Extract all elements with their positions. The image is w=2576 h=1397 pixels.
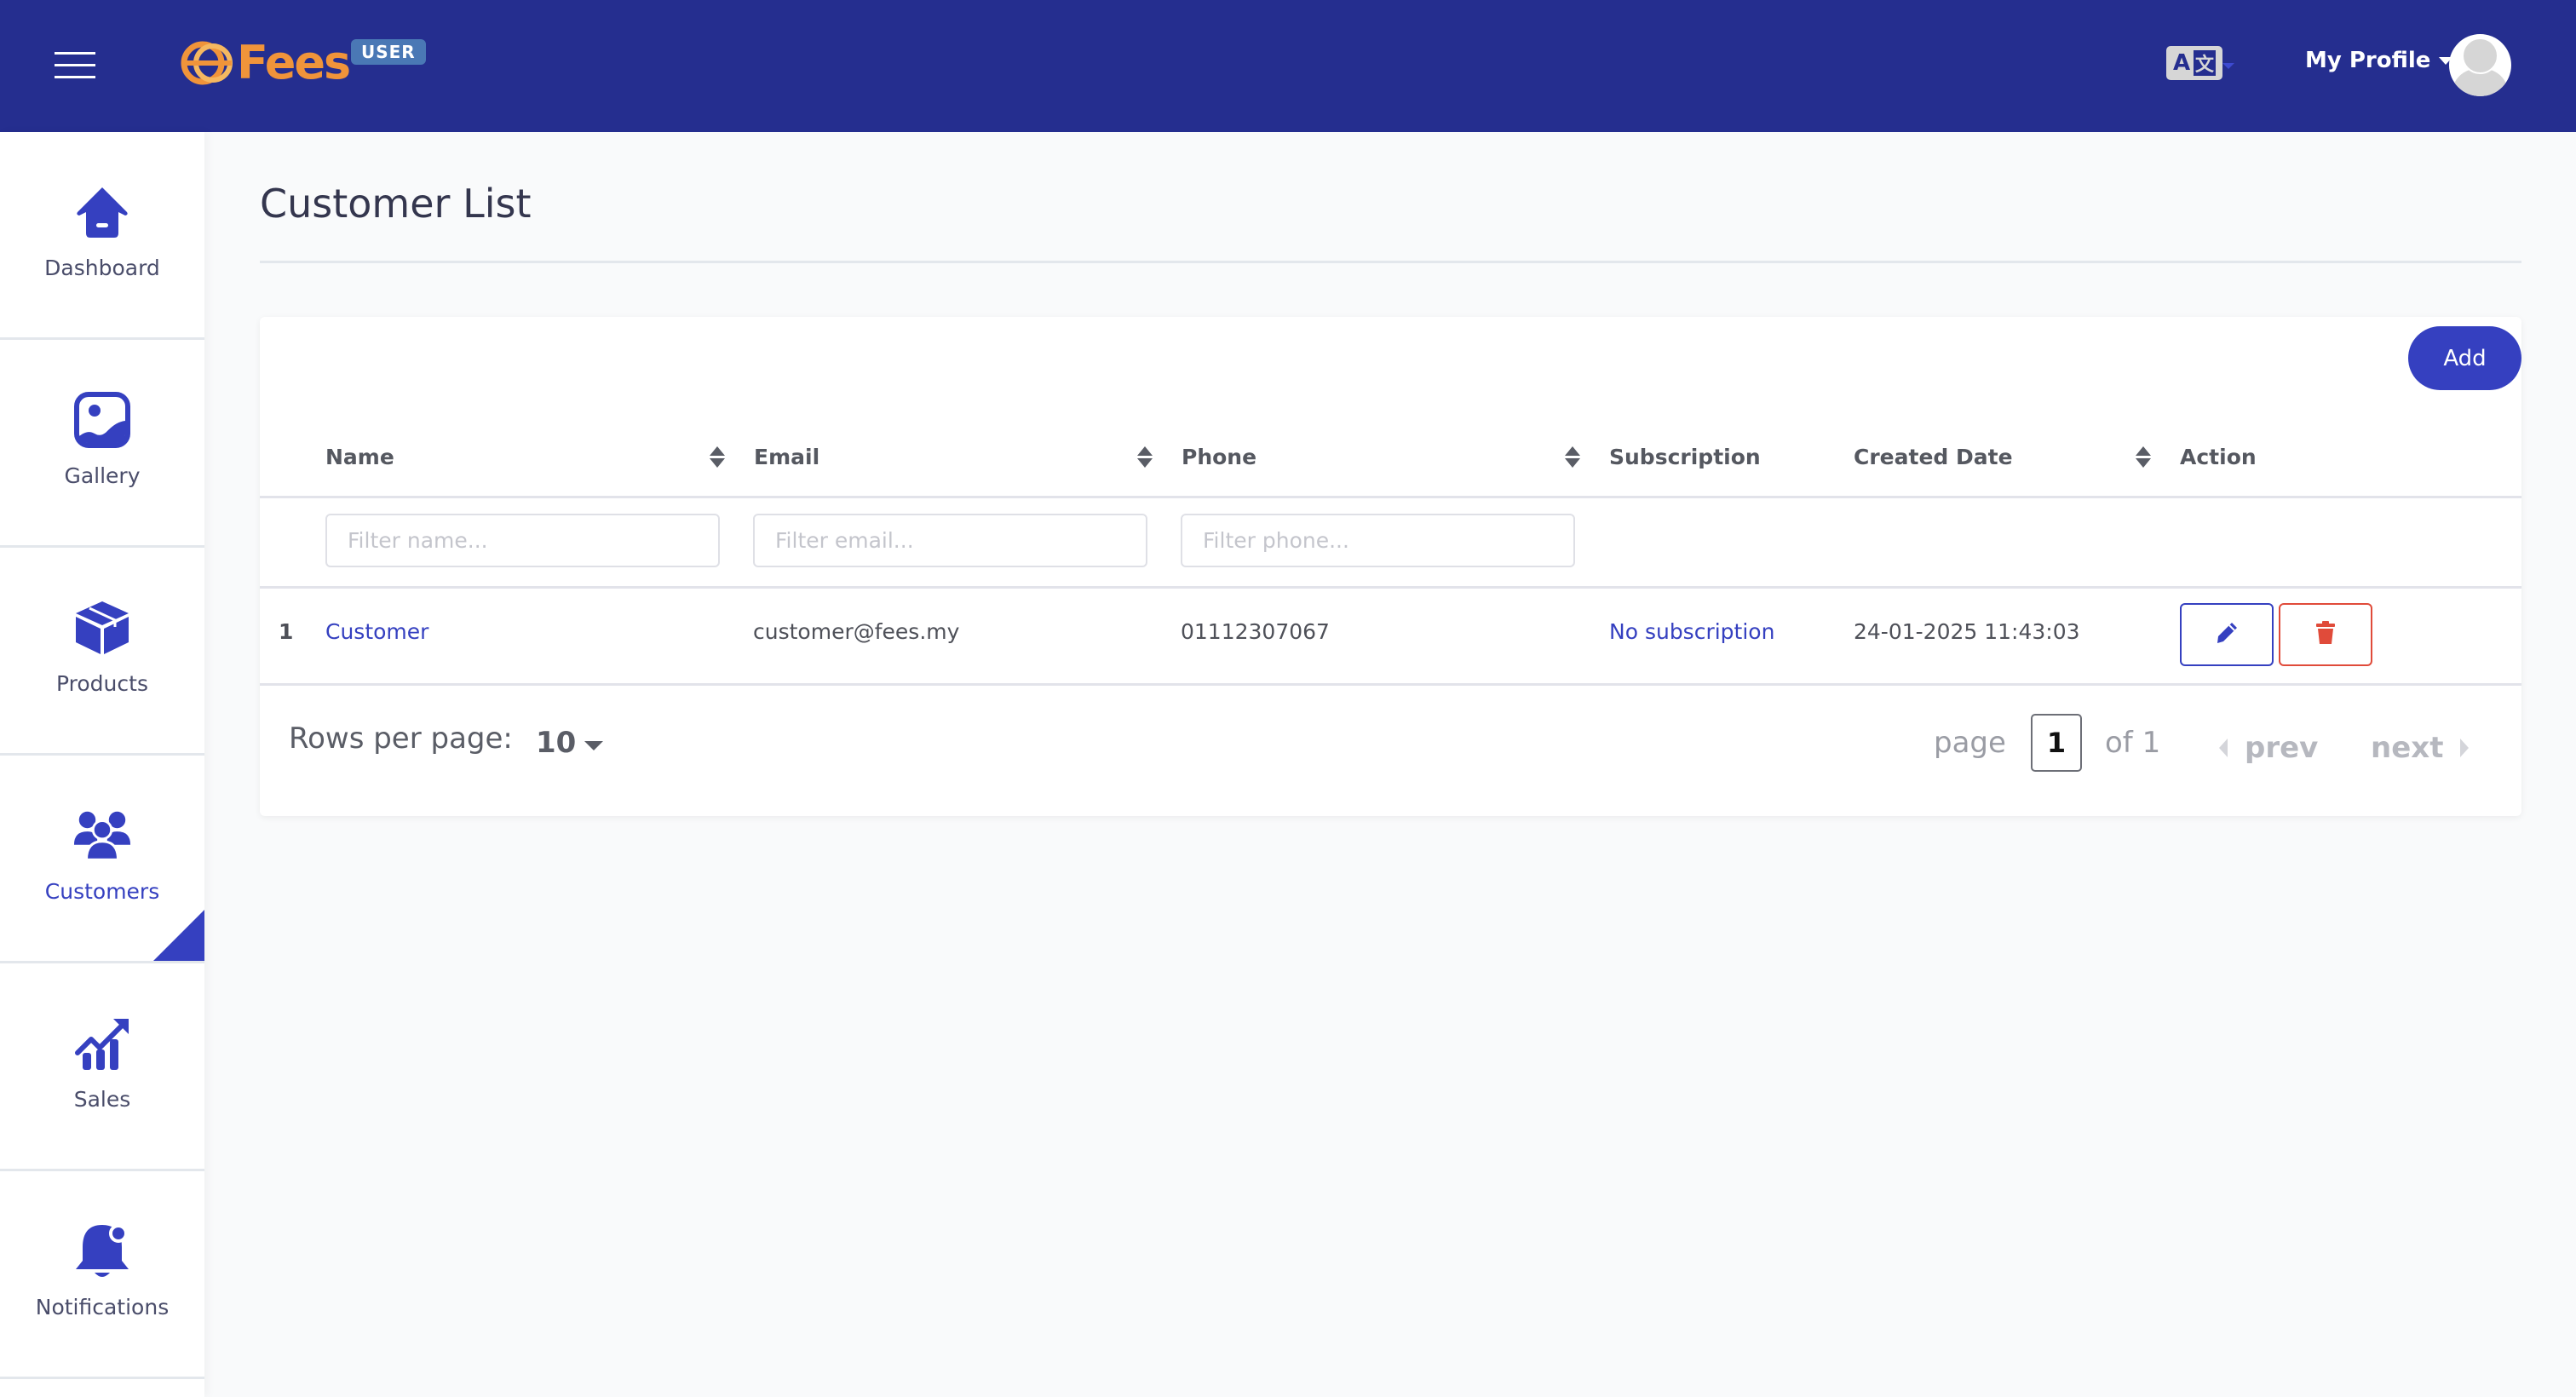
- sidebar-item-gallery[interactable]: Gallery: [0, 340, 204, 548]
- next-page-button[interactable]: next: [2371, 731, 2470, 765]
- sort-icon[interactable]: [2136, 446, 2151, 469]
- sidebar-item-sales[interactable]: Sales: [0, 963, 204, 1171]
- page-title: Customer List: [260, 181, 532, 227]
- created-date: 24-01-2025 11:43:03: [1854, 619, 2080, 644]
- active-indicator: [153, 910, 204, 961]
- header-divider: [260, 496, 2521, 498]
- translate-icon-cjk: 文: [2194, 50, 2217, 76]
- chart-growth-icon: [72, 1014, 132, 1073]
- sidebar-item-label: Sales: [73, 1087, 131, 1112]
- logo-mark-icon: [181, 38, 235, 88]
- sidebar-item-dashboard[interactable]: Dashboard: [0, 132, 204, 340]
- column-header-action: Action: [2180, 445, 2257, 469]
- sidebar-item-label: Notifications: [35, 1295, 170, 1319]
- customer-name-link[interactable]: Customer: [325, 619, 428, 644]
- image-icon: [72, 390, 132, 450]
- filter-email-input[interactable]: [753, 514, 1147, 567]
- customer-email: customer@fees.my: [753, 619, 960, 644]
- column-header-subscription: Subscription: [1609, 445, 1761, 469]
- chevron-down-icon: [584, 740, 604, 750]
- profile-label: My Profile: [2305, 48, 2431, 73]
- hamburger-menu-icon[interactable]: [55, 49, 97, 80]
- page-total-label: of 1: [2105, 726, 2161, 760]
- sidebar-item-products[interactable]: Products: [0, 548, 204, 756]
- delete-button[interactable]: [2279, 603, 2372, 666]
- sidebar-item-notifications[interactable]: Notifications: [0, 1171, 204, 1379]
- filter-phone-input[interactable]: [1181, 514, 1575, 567]
- brand-name: Fees: [237, 36, 351, 89]
- filter-divider: [260, 586, 2521, 589]
- title-divider: [260, 261, 2521, 263]
- add-customer-button[interactable]: Add: [2408, 326, 2521, 390]
- home-icon: [72, 182, 132, 242]
- column-header-created-date[interactable]: Created Date: [1854, 445, 2013, 469]
- users-icon: [72, 806, 132, 865]
- chevron-left-icon: [2219, 739, 2228, 757]
- column-header-email[interactable]: Email: [754, 445, 819, 469]
- customer-phone: 01112307067: [1181, 619, 1330, 644]
- sidebar-item-label: Customers: [44, 879, 160, 904]
- sidebar-item-customers[interactable]: Customers: [0, 756, 204, 963]
- sidebar-item-label: Products: [56, 671, 148, 696]
- filter-name-input[interactable]: [325, 514, 720, 567]
- rows-per-page-value: 10: [536, 726, 577, 760]
- column-header-phone[interactable]: Phone: [1182, 445, 1256, 469]
- customer-table-card: Add Name Email Phone Subscription Create…: [260, 317, 2521, 816]
- translate-icon-latin: A: [2172, 50, 2191, 76]
- row-divider: [260, 683, 2521, 686]
- trash-icon: [2315, 621, 2336, 648]
- sort-icon[interactable]: [1137, 446, 1153, 469]
- role-badge: USER: [351, 39, 426, 65]
- pencil-icon: [2215, 621, 2239, 648]
- edit-button[interactable]: [2180, 603, 2274, 666]
- language-switcher-button[interactable]: A 文: [2166, 46, 2222, 80]
- profile-menu[interactable]: My Profile: [2305, 48, 2453, 73]
- rows-per-page-label: Rows per page:: [289, 721, 513, 756]
- sort-icon[interactable]: [710, 446, 725, 469]
- sidebar-item-label: Dashboard: [44, 256, 160, 280]
- page-label: page: [1934, 726, 2006, 760]
- bell-icon: [72, 1222, 132, 1281]
- prev-label: prev: [2245, 731, 2319, 765]
- sidebar: Dashboard Gallery Products Customers Sal…: [0, 132, 204, 1397]
- page-number-input[interactable]: [2031, 714, 2082, 772]
- sort-icon[interactable]: [1565, 446, 1580, 469]
- sidebar-item-label: Gallery: [64, 463, 141, 488]
- top-bar: Fees USER A 文 My Profile: [0, 0, 2576, 132]
- language-caret-icon[interactable]: [2222, 63, 2234, 69]
- next-label: next: [2371, 731, 2444, 765]
- column-header-name[interactable]: Name: [325, 445, 394, 469]
- prev-page-button[interactable]: prev: [2219, 731, 2318, 765]
- box-icon: [72, 598, 132, 658]
- subscription-link[interactable]: No subscription: [1609, 619, 1774, 644]
- avatar[interactable]: [2449, 34, 2511, 96]
- rows-per-page-select[interactable]: 10: [536, 726, 604, 760]
- row-index: 1: [279, 619, 294, 644]
- chevron-right-icon: [2460, 739, 2470, 757]
- brand-logo[interactable]: Fees: [181, 36, 351, 89]
